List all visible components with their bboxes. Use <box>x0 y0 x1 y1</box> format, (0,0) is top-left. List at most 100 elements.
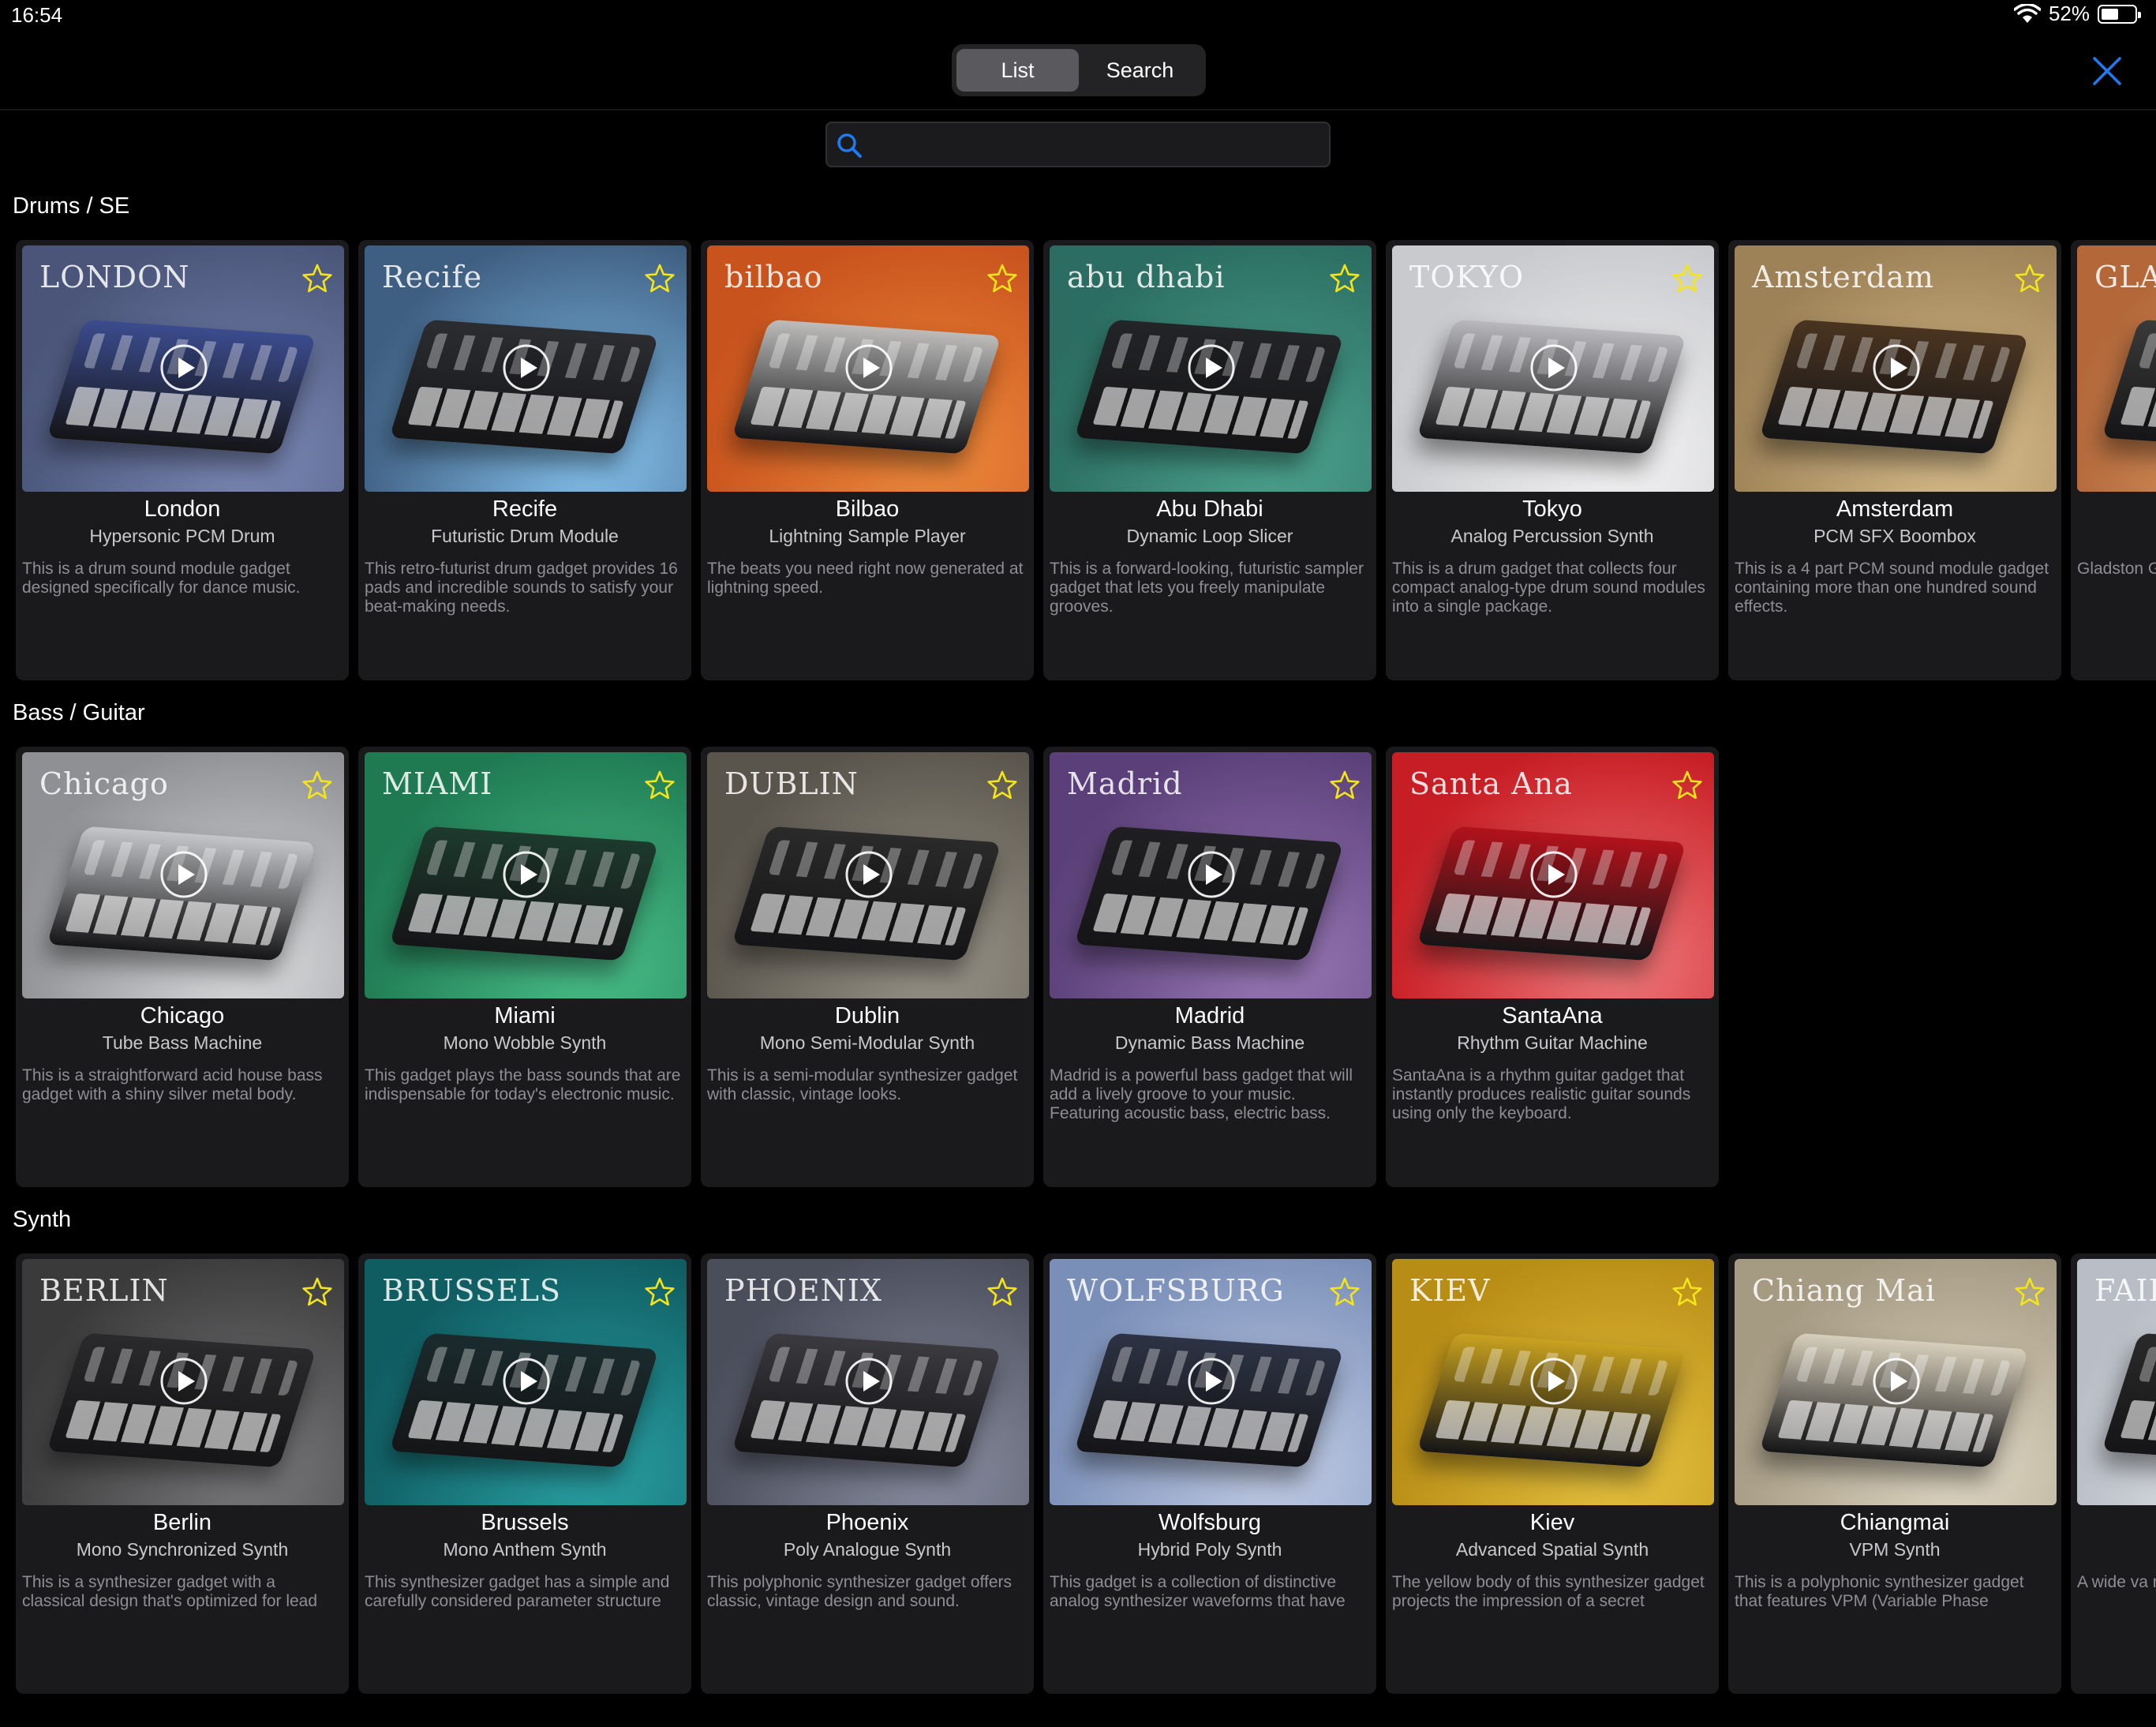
gadget-card[interactable]: Santa Ana SantaAna Rhythm Guitar Machine… <box>1386 747 1719 1187</box>
gadget-logo: Recife <box>382 260 483 294</box>
gadget-card[interactable]: GLA Gladston Gadget t most sty <box>2071 240 2156 680</box>
gadget-name: London <box>144 496 221 522</box>
gadget-thumbnail[interactable]: Amsterdam <box>1735 245 2057 492</box>
play-icon[interactable] <box>502 1357 551 1406</box>
gadget-card[interactable]: Amsterdam Amsterdam PCM SFX Boombox This… <box>1728 240 2061 680</box>
favorite-star-icon[interactable] <box>301 1276 333 1308</box>
play-icon[interactable] <box>1529 850 1578 899</box>
favorite-star-icon[interactable] <box>2014 1276 2046 1308</box>
gadget-description: This is a straightforward acid house bas… <box>22 1066 323 1103</box>
gadget-subtitle: Analog Percussion Synth <box>1450 526 1654 546</box>
gadget-thumbnail[interactable]: GLA <box>2077 245 2156 492</box>
header-divider <box>0 109 2156 111</box>
gadget-thumbnail[interactable]: LONDON <box>22 245 344 492</box>
gadget-name: Berlin <box>152 1510 212 1535</box>
status-bar: 16:54 52% <box>0 0 2156 32</box>
play-icon[interactable] <box>502 850 551 899</box>
play-icon[interactable] <box>844 343 893 392</box>
favorite-star-icon[interactable] <box>1329 263 1361 294</box>
favorite-star-icon[interactable] <box>986 770 1018 801</box>
play-icon[interactable] <box>159 850 208 899</box>
gadget-name: Miami <box>494 1003 556 1028</box>
favorite-star-icon[interactable] <box>1329 1276 1361 1308</box>
gadget-thumbnail[interactable]: Chicago <box>22 752 344 998</box>
gadget-logo: Amsterdam <box>1752 260 1934 294</box>
gadget-card[interactable]: DUBLIN Dublin Mono Semi-Modular Synth Th… <box>701 747 1034 1187</box>
gadget-name: SantaAna <box>1502 1003 1603 1028</box>
tab-list[interactable]: List <box>956 49 1079 92</box>
gadget-card[interactable]: abu dhabi Abu Dhabi Dynamic Loop Slicer … <box>1043 240 1376 680</box>
favorite-star-icon[interactable] <box>986 1276 1018 1308</box>
gadget-logo: Santa Ana <box>1409 766 1573 801</box>
favorite-star-icon[interactable] <box>1671 1276 1703 1308</box>
gadget-logo: BERLIN <box>39 1273 169 1308</box>
gadget-card[interactable]: bilbao Bilbao Lightning Sample Player Th… <box>701 240 1034 680</box>
favorite-star-icon[interactable] <box>301 263 333 294</box>
gadget-subtitle: Dynamic Loop Slicer <box>1126 526 1293 546</box>
favorite-star-icon[interactable] <box>644 1276 676 1308</box>
play-icon[interactable] <box>502 343 551 392</box>
gadget-subtitle: PCM SFX Boombox <box>1814 526 1976 546</box>
favorite-star-icon[interactable] <box>644 263 676 294</box>
gadget-thumbnail[interactable]: Santa Ana <box>1392 752 1714 998</box>
favorite-star-icon[interactable] <box>1671 263 1703 294</box>
gadget-card[interactable]: Madrid Madrid Dynamic Bass Machine Madri… <box>1043 747 1376 1187</box>
play-icon[interactable] <box>1187 1357 1236 1406</box>
gadget-card[interactable]: FAIR A wide va ranging f <box>2071 1253 2156 1694</box>
gadget-card[interactable]: MIAMI Miami Mono Wobble Synth This gadge… <box>358 747 691 1187</box>
gadget-thumbnail[interactable]: BERLIN <box>22 1259 344 1505</box>
gadget-thumbnail[interactable]: Recife <box>365 245 687 492</box>
gadget-name: Abu Dhabi <box>1156 496 1263 522</box>
favorite-star-icon[interactable] <box>301 770 333 801</box>
wifi-icon <box>2013 3 2041 23</box>
gadget-thumbnail[interactable]: DUBLIN <box>707 752 1029 998</box>
gadget-logo: BRUSSELS <box>382 1273 561 1308</box>
gadget-thumbnail[interactable]: Chiang Mai <box>1735 1259 2057 1505</box>
gadget-thumbnail[interactable]: WOLFSBURG <box>1050 1259 1372 1505</box>
play-icon[interactable] <box>1187 850 1236 899</box>
gadget-card[interactable]: Chicago Chicago Tube Bass Machine This i… <box>16 747 349 1187</box>
gadget-card[interactable]: TOKYO Tokyo Analog Percussion Synth This… <box>1386 240 1719 680</box>
favorite-star-icon[interactable] <box>1671 770 1703 801</box>
gadget-card[interactable]: Chiang Mai Chiangmai VPM Synth This is a… <box>1728 1253 2061 1694</box>
gadget-card[interactable]: WOLFSBURG Wolfsburg Hybrid Poly Synth Th… <box>1043 1253 1376 1694</box>
search-input[interactable] <box>873 128 1321 161</box>
gadget-name: Bilbao <box>835 496 900 522</box>
gadget-name: Dublin <box>834 1003 900 1028</box>
play-icon[interactable] <box>1529 343 1578 392</box>
gadget-card[interactable]: BRUSSELS Brussels Mono Anthem Synth This… <box>358 1253 691 1694</box>
gadget-subtitle: Tube Bass Machine <box>102 1032 263 1053</box>
favorite-star-icon[interactable] <box>986 263 1018 294</box>
play-icon[interactable] <box>1872 1357 1921 1406</box>
gadget-thumbnail[interactable]: TOKYO <box>1392 245 1714 492</box>
gadget-thumbnail[interactable]: KIEV <box>1392 1259 1714 1505</box>
gadget-thumbnail[interactable]: PHOENIX <box>707 1259 1029 1505</box>
play-icon[interactable] <box>1872 343 1921 392</box>
gadget-thumbnail[interactable]: abu dhabi <box>1050 245 1372 492</box>
play-icon[interactable] <box>1529 1357 1578 1406</box>
gadget-card[interactable]: PHOENIX Phoenix Poly Analogue Synth This… <box>701 1253 1034 1694</box>
play-icon[interactable] <box>1187 343 1236 392</box>
gadget-card[interactable]: KIEV Kiev Advanced Spatial Synth The yel… <box>1386 1253 1719 1694</box>
gadget-thumbnail[interactable]: FAIR <box>2077 1259 2156 1505</box>
gadget-subtitle: Advanced Spatial Synth <box>1455 1539 1649 1560</box>
gadget-thumbnail[interactable]: MIAMI <box>365 752 687 998</box>
gadget-card[interactable]: BERLIN Berlin Mono Synchronized Synth Th… <box>16 1253 349 1694</box>
play-icon[interactable] <box>844 1357 893 1406</box>
gadget-thumbnail[interactable]: bilbao <box>707 245 1029 492</box>
gadget-logo: MIAMI <box>382 766 493 801</box>
play-icon[interactable] <box>159 343 208 392</box>
search-field[interactable] <box>825 122 1331 167</box>
tab-search[interactable]: Search <box>1079 49 1201 92</box>
favorite-star-icon[interactable] <box>1329 770 1361 801</box>
gadget-thumbnail[interactable]: Madrid <box>1050 752 1372 998</box>
gadget-subtitle: Rhythm Guitar Machine <box>1457 1032 1648 1053</box>
play-icon[interactable] <box>159 1357 208 1406</box>
favorite-star-icon[interactable] <box>644 770 676 801</box>
favorite-star-icon[interactable] <box>2014 263 2046 294</box>
gadget-card[interactable]: Recife Recife Futuristic Drum Module Thi… <box>358 240 691 680</box>
close-icon[interactable] <box>2091 55 2123 87</box>
gadget-thumbnail[interactable]: BRUSSELS <box>365 1259 687 1505</box>
play-icon[interactable] <box>844 850 893 899</box>
gadget-card[interactable]: LONDON London Hypersonic PCM Drum This i… <box>16 240 349 680</box>
